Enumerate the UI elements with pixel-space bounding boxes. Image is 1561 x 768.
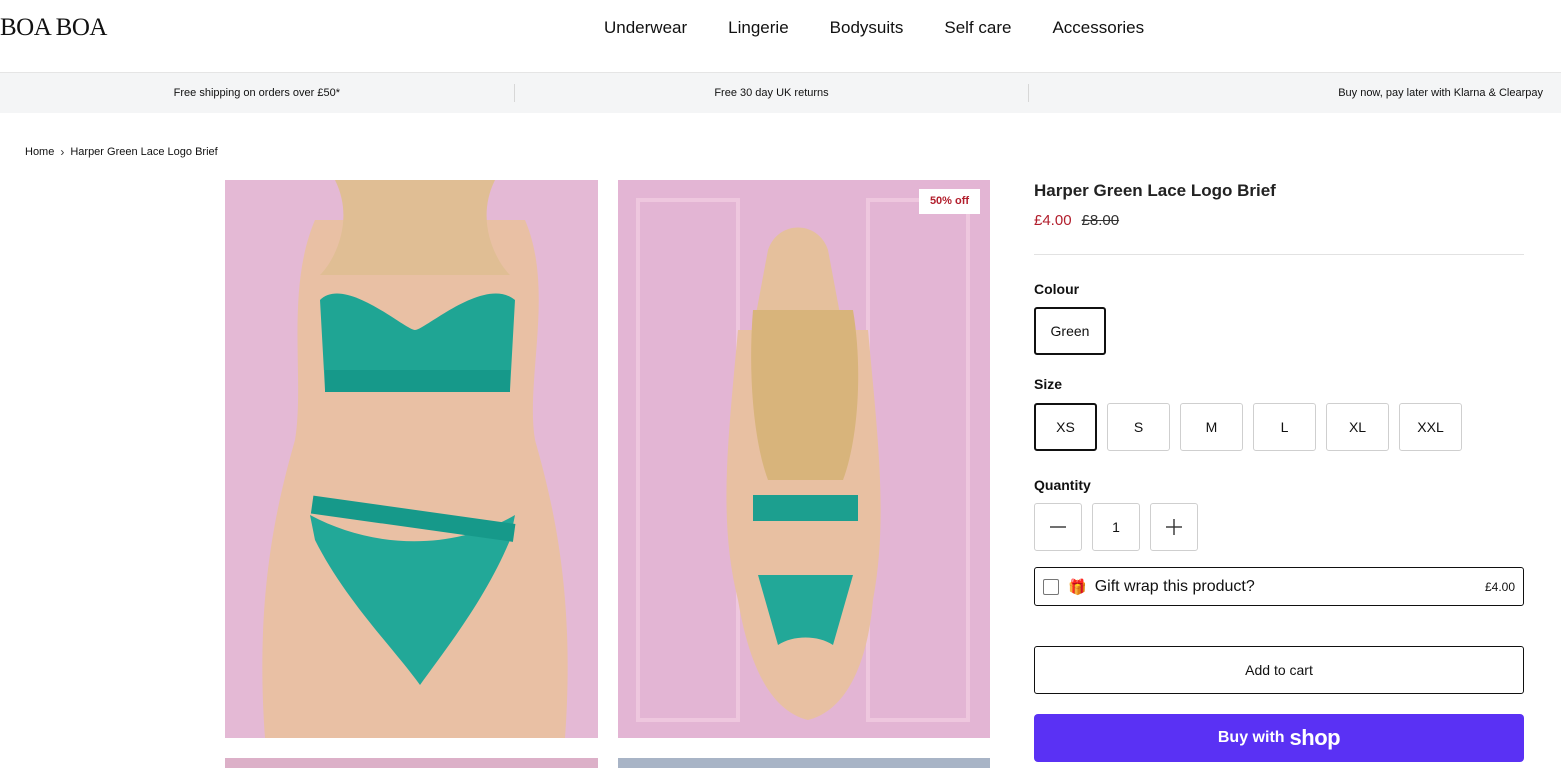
gift-wrap-checkbox[interactable]: [1043, 578, 1059, 595]
buy-with-shop-button[interactable]: Buy with shop: [1034, 714, 1524, 762]
size-option-xl[interactable]: XL: [1326, 403, 1389, 451]
nav-item-lingerie[interactable]: Lingerie: [728, 18, 789, 38]
chevron-right-icon: ›: [60, 145, 65, 159]
divider: [1034, 254, 1524, 255]
site-header: BOA BOA Underwear Lingerie Bodysuits Sel…: [0, 0, 1561, 73]
gift-wrap-option[interactable]: 🎁 Gift wrap this product? £4.00: [1034, 567, 1524, 606]
original-price: £8.00: [1081, 212, 1120, 229]
nav-item-underwear[interactable]: Underwear: [604, 18, 687, 38]
product-price: £4.00 £8.00: [1034, 212, 1119, 229]
add-to-cart-button[interactable]: Add to cart: [1034, 646, 1524, 694]
breadcrumb: Home › Harper Green Lace Logo Brief: [25, 145, 218, 159]
increase-quantity-button[interactable]: [1150, 503, 1198, 551]
nav-item-bodysuits[interactable]: Bodysuits: [830, 18, 904, 38]
breadcrumb-current: Harper Green Lace Logo Brief: [70, 146, 218, 158]
gift-wrap-label: Gift wrap this product?: [1094, 577, 1255, 595]
size-option-xxl[interactable]: XXL: [1399, 403, 1462, 451]
plus-icon: [1166, 519, 1182, 535]
size-option-s[interactable]: S: [1107, 403, 1170, 451]
nav-item-accessories[interactable]: Accessories: [1052, 18, 1144, 38]
product-image-back[interactable]: [618, 180, 990, 738]
gift-wrap-price: £4.00: [1484, 579, 1515, 594]
brand-logo[interactable]: BOA BOA: [0, 14, 107, 42]
size-option-m[interactable]: M: [1180, 403, 1243, 451]
product-image-front[interactable]: [225, 180, 598, 738]
quantity-input[interactable]: 1: [1092, 503, 1140, 551]
shop-logo: shop: [1289, 725, 1341, 750]
announcement-free-shipping: Free shipping on orders over £50*: [173, 87, 340, 99]
size-label: Size: [1034, 376, 1063, 392]
discount-badge: 50% off: [919, 189, 980, 214]
minus-icon: [1050, 526, 1066, 528]
size-option-l[interactable]: L: [1253, 403, 1316, 451]
main-nav: Underwear Lingerie Bodysuits Self care A…: [604, 18, 1185, 38]
colour-option-green[interactable]: Green: [1034, 307, 1106, 355]
size-option-xs[interactable]: XS: [1034, 403, 1097, 451]
product-image-back-art: [618, 180, 990, 738]
announcement-bar: Free shipping on orders over £50* Free 3…: [0, 73, 1561, 113]
breadcrumb-home[interactable]: Home: [25, 146, 54, 158]
colour-label: Colour: [1034, 281, 1080, 297]
decrease-quantity-button[interactable]: [1034, 503, 1082, 551]
product-image-4[interactable]: [618, 758, 990, 768]
sale-price: £4.00: [1034, 212, 1072, 229]
gift-icon: 🎁: [1068, 578, 1087, 596]
nav-item-self-care[interactable]: Self care: [944, 18, 1011, 38]
product-image-3[interactable]: [225, 758, 598, 768]
product-image-front-art: [225, 180, 598, 738]
announcement-pay-later: Buy now, pay later with Klarna & Clearpa…: [1338, 87, 1544, 99]
quantity-label: Quantity: [1034, 477, 1091, 493]
announcement-returns: Free 30 day UK returns: [714, 87, 829, 99]
quantity-stepper: 1: [1034, 503, 1198, 551]
size-options: XS S M L XL XXL: [1034, 403, 1462, 451]
buy-with-label: Buy with: [1217, 729, 1285, 746]
product-title: Harper Green Lace Logo Brief: [1034, 181, 1276, 200]
